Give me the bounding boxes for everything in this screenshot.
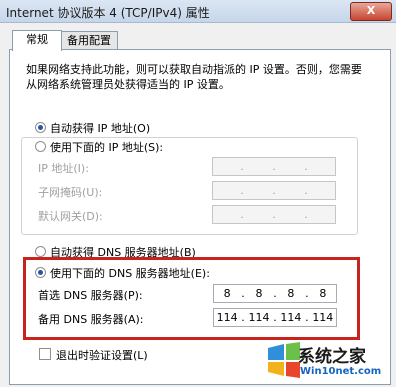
validate-label: 退出时验证设置(L): [56, 349, 148, 362]
description-text: 如果网络支持此功能，则可以获取自动指派的 IP 设置。否则，您需要从网络系统管理…: [26, 63, 362, 91]
watermark-title: 系统之家: [298, 347, 366, 367]
radio-manual-ip[interactable]: [35, 141, 46, 152]
tab-general[interactable]: 常规: [12, 30, 62, 51]
dns-highlight-box: [23, 257, 360, 340]
tab-alternate-config[interactable]: 备用配置: [60, 31, 118, 50]
window-title: Internet 协议版本 4 (TCP/IPv4) 属性: [6, 6, 210, 20]
ip-address-input[interactable]: ...: [212, 157, 336, 176]
auto-ip-label: 自动获得 IP 地址(O): [50, 122, 151, 135]
title-bar: Internet 协议版本 4 (TCP/IPv4) 属性 X: [0, 0, 396, 23]
ip-address-label: IP 地址(I):: [38, 162, 89, 175]
subnet-mask-input[interactable]: ...: [212, 181, 336, 200]
validate-checkbox[interactable]: [39, 348, 51, 360]
watermark: 系统之家 Win10net.com: [264, 340, 396, 387]
subnet-mask-label: 子网掩码(U):: [38, 186, 103, 199]
radio-auto-ip[interactable]: [35, 122, 46, 133]
default-gateway-label: 默认网关(D):: [38, 210, 103, 223]
default-gateway-input[interactable]: ...: [212, 205, 336, 224]
close-button[interactable]: X: [350, 2, 392, 21]
watermark-url: Win10net.com: [300, 366, 382, 377]
radio-auto-dns[interactable]: [35, 246, 46, 257]
watermark-logo-icon: [268, 342, 300, 378]
manual-ip-label: 使用下面的 IP 地址(S):: [48, 139, 166, 155]
